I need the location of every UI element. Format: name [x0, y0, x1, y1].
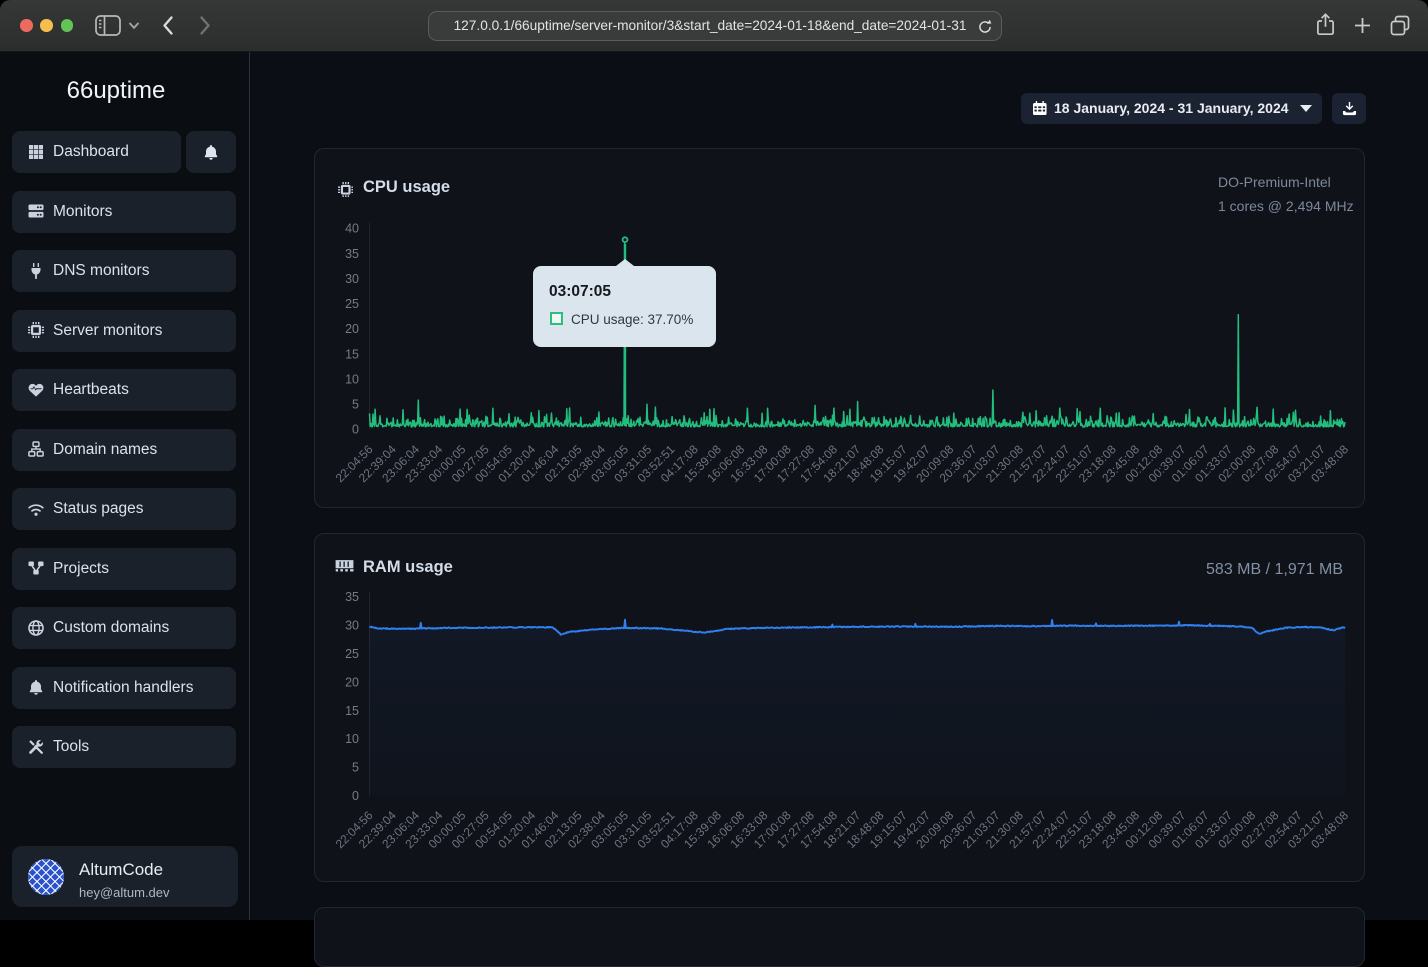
svg-text:5: 5 [352, 761, 359, 775]
svg-text:40: 40 [345, 222, 359, 236]
svg-text:5: 5 [352, 398, 359, 412]
svg-text:15: 15 [345, 347, 359, 361]
svg-text:20: 20 [345, 322, 359, 336]
svg-text:20: 20 [345, 675, 359, 689]
svg-text:25: 25 [345, 297, 359, 311]
svg-text:15: 15 [345, 704, 359, 718]
svg-text:35: 35 [345, 247, 359, 261]
svg-text:10: 10 [345, 372, 359, 386]
svg-text:0: 0 [352, 423, 359, 437]
svg-text:30: 30 [345, 272, 359, 286]
svg-text:35: 35 [345, 590, 359, 604]
svg-text:0: 0 [352, 789, 359, 803]
svg-text:30: 30 [345, 619, 359, 633]
svg-text:25: 25 [345, 647, 359, 661]
svg-text:10: 10 [345, 732, 359, 746]
